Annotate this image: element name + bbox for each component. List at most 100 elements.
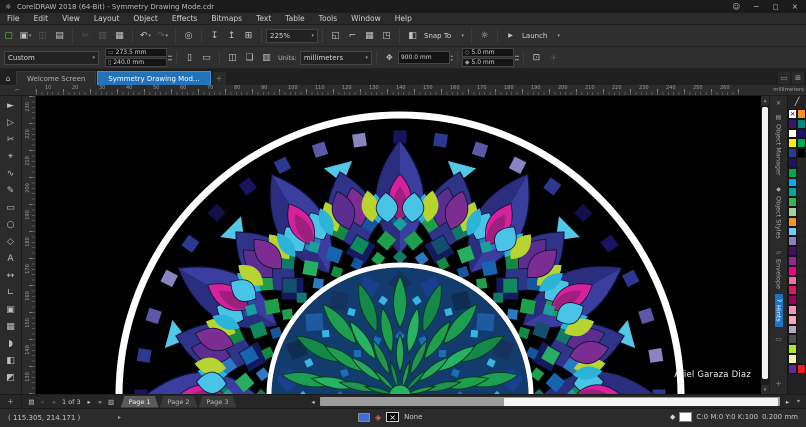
color-swatch[interactable] xyxy=(788,255,797,266)
fill-none-swatch[interactable]: × xyxy=(386,412,400,422)
ruler-origin-button[interactable]: ⌐ xyxy=(0,85,36,95)
color-swatch[interactable] xyxy=(788,197,797,207)
all-pages-size-button[interactable]: ❏ xyxy=(242,50,257,66)
color-swatch[interactable] xyxy=(788,157,797,168)
hscroll-right-icon[interactable]: ▸ xyxy=(782,398,793,406)
color-swatch[interactable] xyxy=(788,167,797,178)
search-content-button[interactable]: ◎ xyxy=(181,28,196,44)
drop-shadow-tool[interactable]: ▣ xyxy=(2,301,20,318)
no-color-swatch[interactable]: × xyxy=(788,109,797,119)
menu-help[interactable]: Help xyxy=(388,14,419,23)
palette-eyedropper-icon[interactable]: ╱ xyxy=(795,97,800,109)
ellipse-tool[interactable]: ○ xyxy=(2,216,20,233)
page-flag-left-icon[interactable]: ▤ xyxy=(26,398,37,406)
color-swatch[interactable] xyxy=(788,314,797,325)
docker-tab-object-styles[interactable]: ◆ Object Styles xyxy=(775,181,783,244)
menu-tools[interactable]: Tools xyxy=(312,14,344,23)
units-combo[interactable]: millimeters ▾ xyxy=(299,50,372,65)
scale-factor-button[interactable]: ▥ xyxy=(259,50,274,66)
parallel-dimension-tool[interactable]: ↔ xyxy=(2,267,20,284)
freehand-tool[interactable]: ∿ xyxy=(2,165,20,182)
options-gear-icon[interactable]: ☼ xyxy=(477,28,492,44)
transparency-tool[interactable]: ▦ xyxy=(2,318,20,335)
connector-tool[interactable]: ∟ xyxy=(2,284,20,301)
docker-tab-object-manager[interactable]: ▤ Object Manager xyxy=(775,109,783,181)
scroll-down-icon[interactable]: ▾ xyxy=(761,385,769,394)
new-tab-button[interactable]: + xyxy=(212,72,226,85)
artistic-media-tool[interactable]: ✎ xyxy=(2,182,20,199)
document-tab-welcome-screen[interactable]: Welcome Screen xyxy=(16,71,97,85)
duplicate-stepper[interactable]: ▴▴ ▾▾ xyxy=(515,53,519,62)
color-swatch[interactable] xyxy=(788,344,797,354)
ruler-options-button[interactable]: ⊞ xyxy=(792,72,804,84)
menu-object[interactable]: Object xyxy=(126,14,164,23)
current-page-size-button[interactable]: ◫ xyxy=(225,50,240,66)
color-swatch[interactable] xyxy=(788,226,797,237)
menu-view[interactable]: View xyxy=(55,14,87,23)
color-eyedropper-tool[interactable]: ◗ xyxy=(2,335,20,352)
open-document-button[interactable]: ▣ ▾ xyxy=(18,28,33,44)
show-grid-button[interactable]: ▦ xyxy=(362,28,377,44)
page-flag-right-icon[interactable]: ▥ xyxy=(106,398,117,406)
menu-text[interactable]: Text xyxy=(249,14,278,23)
paste-button[interactable]: ▦ xyxy=(112,28,127,44)
page-tab-page-2[interactable]: Page 2 xyxy=(160,396,198,408)
color-swatch[interactable] xyxy=(788,138,797,149)
pick-tool[interactable]: ► xyxy=(2,97,20,114)
horizontal-scrollbar[interactable] xyxy=(320,397,780,406)
docker-close-icon[interactable]: × xyxy=(776,96,782,109)
duplicate-x-field[interactable]: ◇ 5.0 mm xyxy=(461,48,514,57)
color-swatch[interactable] xyxy=(788,236,797,247)
color-swatch[interactable] xyxy=(788,206,797,217)
shape-tool[interactable]: ▷ xyxy=(2,114,20,131)
last-page-button[interactable]: » xyxy=(95,398,106,406)
minimize-button[interactable]: − xyxy=(753,2,759,11)
color-swatch[interactable] xyxy=(788,324,797,335)
color-swatch[interactable] xyxy=(788,275,797,286)
launch-icon[interactable]: ▶ xyxy=(503,28,518,44)
menu-window[interactable]: Window xyxy=(344,14,388,23)
import-button[interactable]: ↧ xyxy=(207,28,222,44)
copy-button[interactable]: ▥ xyxy=(95,28,110,44)
page-size-stepper[interactable]: ▴▴ ▾▾ xyxy=(168,53,172,62)
restore-button[interactable]: ◻ xyxy=(772,2,778,11)
color-swatch[interactable] xyxy=(797,138,806,149)
outline-color-swatch[interactable] xyxy=(679,412,693,422)
portrait-button[interactable]: ▯ xyxy=(182,50,197,66)
color-swatch[interactable] xyxy=(788,177,797,188)
duplicate-y-field[interactable]: ◆ 5.0 mm xyxy=(461,58,514,67)
zoom-level-combo[interactable]: 225% ▾ xyxy=(266,28,318,43)
color-swatch[interactable] xyxy=(788,118,797,129)
export-button[interactable]: ↥ xyxy=(224,28,239,44)
color-swatch[interactable] xyxy=(797,363,806,374)
smart-fill-tool[interactable]: ◩ xyxy=(2,369,20,386)
page-width-field[interactable]: ▭ 273.5 mm xyxy=(105,48,167,57)
hscroll-left-icon[interactable]: ◂ xyxy=(307,398,318,406)
rectangle-tool[interactable]: ▭ xyxy=(2,199,20,216)
menu-effects[interactable]: Effects xyxy=(165,14,205,23)
snap-icon[interactable]: ◧ xyxy=(405,28,420,44)
horizontal-scroll-thumb[interactable] xyxy=(504,397,778,406)
print-button[interactable]: ▤ xyxy=(52,28,67,44)
full-screen-preview-button[interactable]: ◱ xyxy=(328,28,343,44)
show-guidelines-button[interactable]: ◳ xyxy=(379,28,394,44)
color-swatch[interactable] xyxy=(797,118,806,129)
color-swatch[interactable] xyxy=(788,363,797,374)
page-preset-combo[interactable]: Custom ▾ xyxy=(4,50,99,65)
zoom-tool[interactable]: ⌖ xyxy=(2,148,20,165)
polygon-tool[interactable]: ◇ xyxy=(2,233,20,250)
vertical-scrollbar[interactable]: ▴ ▾ xyxy=(761,96,769,394)
docker-extra-icon[interactable]: ▭ xyxy=(775,335,782,343)
color-swatch[interactable] xyxy=(788,334,797,345)
save-document-button[interactable]: ◫ xyxy=(35,28,50,44)
color-swatch[interactable] xyxy=(788,304,797,315)
home-icon[interactable]: ⌂ xyxy=(0,71,16,85)
vertical-scroll-thumb[interactable] xyxy=(762,107,768,379)
nudge-field[interactable]: 900.0 mm xyxy=(397,51,450,64)
scroll-up-icon[interactable]: ▴ xyxy=(761,96,769,105)
color-swatch[interactable] xyxy=(788,285,797,296)
property-bar-extra-button[interactable]: + xyxy=(546,50,561,66)
color-swatch[interactable] xyxy=(788,148,797,158)
color-swatch[interactable] xyxy=(788,353,797,364)
treat-as-filled-button[interactable]: ⊡ xyxy=(529,50,544,66)
